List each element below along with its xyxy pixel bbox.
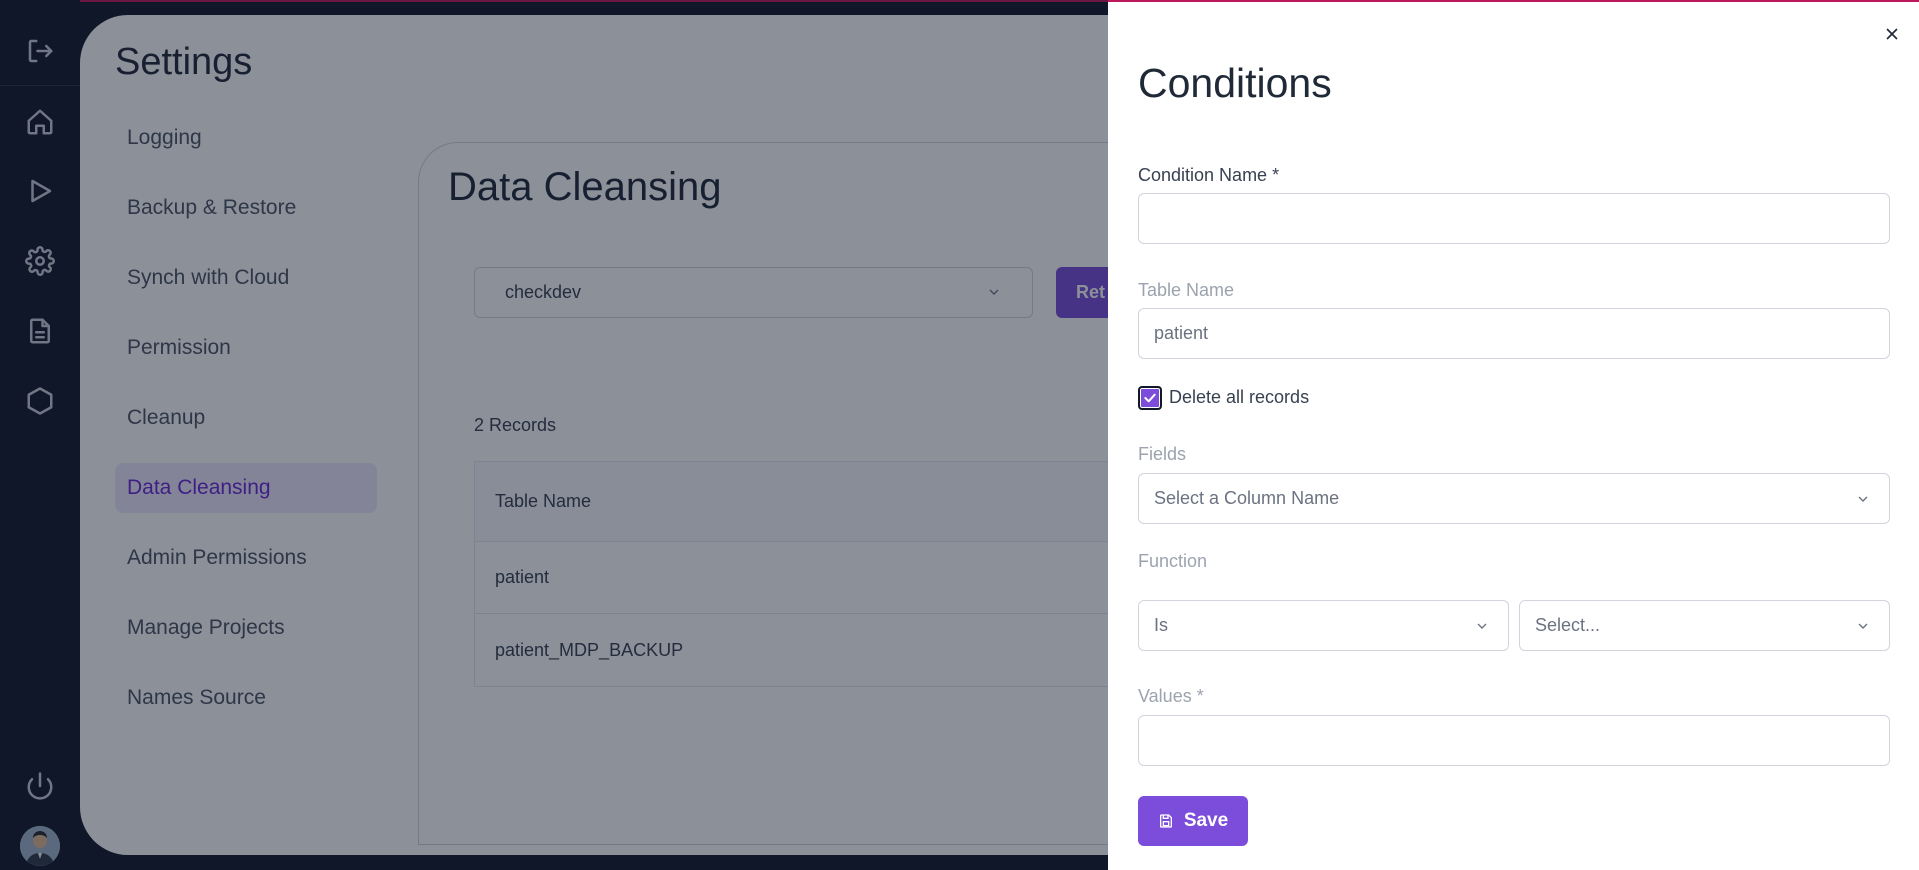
chevron-down-icon (1474, 618, 1490, 639)
conditions-drawer: Conditions Condition Name * Table Name p… (1108, 0, 1919, 870)
chevron-down-icon (1855, 491, 1871, 512)
function-operator-select[interactable]: Is (1138, 600, 1509, 651)
chevron-down-icon (1855, 618, 1871, 639)
save-button-label: Save (1183, 810, 1229, 831)
function-operator-value: Is (1154, 615, 1169, 635)
fields-select-placeholder: Select a Column Name (1154, 488, 1340, 508)
values-input[interactable] (1138, 715, 1890, 766)
table-name-label: Table Name (1138, 280, 1235, 300)
save-icon (1159, 814, 1172, 828)
condition-name-input[interactable] (1138, 193, 1890, 244)
function-value-select[interactable]: Select... (1519, 600, 1890, 651)
condition-name-label: Condition Name * (1138, 165, 1280, 185)
save-button[interactable]: Save (1138, 796, 1248, 846)
fields-label: Fields (1138, 444, 1187, 464)
delete-all-records-checkbox[interactable] (1138, 386, 1162, 410)
fields-select[interactable]: Select a Column Name (1138, 473, 1890, 524)
drawer-title: Conditions (1138, 60, 1332, 106)
function-value-placeholder: Select... (1535, 615, 1601, 635)
function-label: Function (1138, 551, 1208, 571)
modal-backdrop[interactable] (0, 0, 1108, 870)
table-name-field: patient (1138, 308, 1890, 359)
values-label: Values * (1138, 686, 1204, 706)
close-icon[interactable] (1880, 22, 1904, 46)
delete-all-records-label[interactable]: Delete all records (1169, 387, 1309, 408)
